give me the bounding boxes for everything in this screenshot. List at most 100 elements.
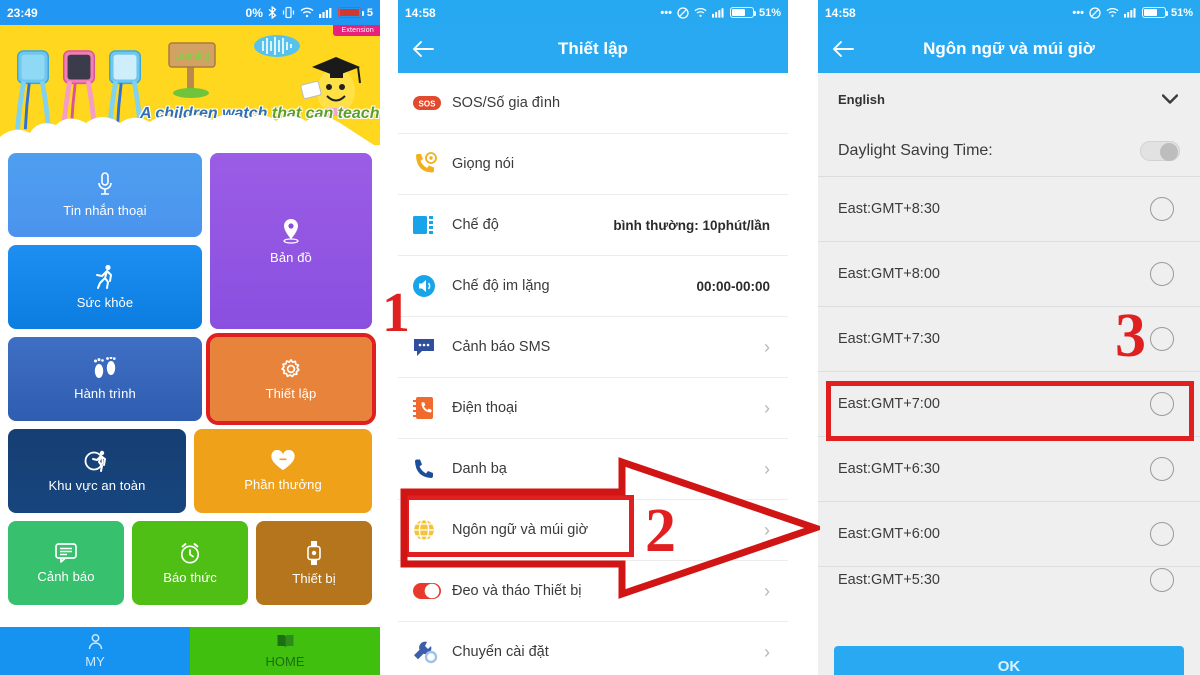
wifi-icon <box>1106 7 1119 18</box>
tile-label: Cảnh báo <box>37 568 95 584</box>
toggle-icon <box>412 582 452 600</box>
radio-button[interactable] <box>1150 197 1174 221</box>
list-item-label: Danh bạ <box>452 461 507 477</box>
list-item-sos[interactable]: SOS SOS/Số gia đình <box>398 73 788 134</box>
status-bar-panel1: 23:49 0% 5 <box>0 0 380 25</box>
tile-settings[interactable]: Thiết lập <box>205 333 377 425</box>
radio-button[interactable] <box>1150 262 1174 286</box>
timezone-option[interactable]: East:GMT+6:30 <box>818 437 1200 502</box>
radio-button[interactable] <box>1150 392 1174 416</box>
radio-button[interactable] <box>1150 327 1174 351</box>
panel-timezone-picker: 14:58 ••• 51% Ngôn ngữ và múi giờ Englis… <box>818 0 1200 675</box>
battery-icon <box>729 7 757 18</box>
arrow-left-icon[interactable] <box>832 40 854 58</box>
daylight-saving-row[interactable]: Daylight Saving Time: <box>818 125 1200 177</box>
bluetooth-icon <box>268 6 277 19</box>
tile-device[interactable]: Thiết bị <box>256 521 372 605</box>
microphone-icon <box>95 172 115 198</box>
screenshot-stage: 23:49 0% 5 Extension Learning A children… <box>0 0 1200 675</box>
feature-tile-grid: Tin nhắn thoại Sức khỏe Bản đồ Hành trìn… <box>0 145 380 605</box>
list-item-voice[interactable]: Giọng nói <box>398 134 788 195</box>
list-item-label: SOS/Số gia đình <box>452 95 561 111</box>
list-item-transfer-settings[interactable]: Chuyển cài đặt › <box>398 622 788 675</box>
timezone-label: East:GMT+6:30 <box>838 461 940 477</box>
chevron-right-icon: › <box>764 459 770 479</box>
radio-button[interactable] <box>1150 568 1174 592</box>
timezone-label: East:GMT+5:30 <box>838 572 940 588</box>
chevron-down-icon[interactable] <box>1161 92 1179 107</box>
battery-level: 51% <box>758 6 781 19</box>
tile-journey[interactable]: Hành trình <box>8 337 202 421</box>
more-icon: ••• <box>1072 6 1084 19</box>
svg-text:Learning: Learning <box>174 51 209 61</box>
status-time: 23:49 <box>7 5 38 20</box>
geofence-icon <box>84 449 110 473</box>
battery-icon <box>337 7 365 18</box>
tile-alarm[interactable]: Báo thức <box>132 521 248 605</box>
person-icon <box>87 633 104 653</box>
timezone-label: East:GMT+7:00 <box>838 396 940 412</box>
radio-button[interactable] <box>1150 522 1174 546</box>
nav-item-home[interactable]: HOME <box>190 627 380 675</box>
sms-icon <box>412 336 452 358</box>
timezone-option[interactable]: East:GMT+5:30 <box>818 567 1200 593</box>
hero-banner: Extension Learning A children watch that… <box>0 25 380 145</box>
timezone-option[interactable]: East:GMT+8:30 <box>818 177 1200 242</box>
cloud-decoration <box>0 115 374 145</box>
tile-label: Tin nhắn thoại <box>63 202 147 218</box>
list-item-silent-mode[interactable]: Chế độ im lặng 00:00-00:00 <box>398 256 788 317</box>
tile-safe-zone[interactable]: Khu vực an toàn <box>8 429 186 513</box>
list-item-mode[interactable]: Chế độ bình thường: 10phút/lần <box>398 195 788 256</box>
tile-reward[interactable]: Phần thưởng <box>194 429 372 513</box>
timezone-label: East:GMT+6:00 <box>838 526 940 542</box>
list-item-value: bình thường: 10phút/lần <box>613 217 770 233</box>
vibrate-icon <box>282 6 295 19</box>
tile-map[interactable]: Bản đồ <box>209 153 372 329</box>
map-pin-icon <box>280 217 302 245</box>
page-title: Ngôn ngữ và múi giờ <box>923 39 1095 58</box>
app-bar-settings: Thiết lập <box>398 25 788 73</box>
panel-home-screen: 23:49 0% 5 Extension Learning A children… <box>0 0 380 675</box>
globe-icon <box>412 518 452 542</box>
status-time: 14:58 <box>405 5 436 20</box>
list-item-label: Cảnh báo SMS <box>452 339 551 355</box>
timezone-option[interactable]: East:GMT+7:30 <box>818 307 1200 372</box>
timezone-option[interactable]: East:GMT+8:00 <box>818 242 1200 307</box>
daylight-saving-label: Daylight Saving Time: <box>838 141 993 159</box>
tile-voice-message[interactable]: Tin nhắn thoại <box>8 153 202 237</box>
list-item-label: Ngôn ngữ và múi giờ <box>452 522 589 538</box>
list-item-phone[interactable]: Điện thoại › <box>398 378 788 439</box>
arrow-left-icon[interactable] <box>412 40 434 58</box>
mute-icon <box>1089 6 1101 19</box>
language-value: English <box>838 91 885 107</box>
nav-item-my[interactable]: MY <box>0 627 190 675</box>
book-icon <box>276 633 295 653</box>
timezone-label: East:GMT+8:30 <box>838 201 940 217</box>
ok-button[interactable]: OK <box>834 646 1184 675</box>
list-item-wear-remove-device[interactable]: Đeo và tháo Thiết bị › <box>398 561 788 622</box>
timezone-option[interactable]: East:GMT+6:00 <box>818 502 1200 567</box>
tile-label: Phần thưởng <box>244 476 322 492</box>
list-item-sms-alert[interactable]: Cảnh báo SMS › <box>398 317 788 378</box>
list-item-language-timezone[interactable]: Ngôn ngữ và múi giờ › <box>398 500 788 561</box>
signal-icon <box>711 7 725 18</box>
timezone-label: East:GMT+8:00 <box>838 266 940 282</box>
list-item-label: Chế độ <box>452 217 499 233</box>
gear-icon <box>279 357 303 381</box>
status-bar-panel2: 14:58 ••• 51% <box>398 0 788 25</box>
sos-icon: SOS <box>412 94 452 112</box>
list-item-label: Điện thoại <box>452 400 518 416</box>
chevron-right-icon: › <box>764 642 770 662</box>
list-item-contacts[interactable]: Danh bạ › <box>398 439 788 500</box>
footprints-icon <box>92 356 118 381</box>
language-selector[interactable]: English <box>818 73 1200 125</box>
tile-alert[interactable]: Cảnh báo <box>8 521 124 605</box>
tile-label: Thiết bị <box>292 570 336 586</box>
radio-button[interactable] <box>1150 457 1174 481</box>
tile-label: Khu vực an toàn <box>48 477 146 493</box>
settings-list: SOS SOS/Số gia đình Giọng nói Chế độ bìn… <box>398 73 788 675</box>
timezone-option-selected[interactable]: East:GMT+7:00 <box>818 372 1200 437</box>
tile-health[interactable]: Sức khỏe <box>8 245 202 329</box>
status-bar-panel3: 14:58 ••• 51% <box>818 0 1200 25</box>
daylight-saving-toggle[interactable] <box>1140 140 1180 161</box>
